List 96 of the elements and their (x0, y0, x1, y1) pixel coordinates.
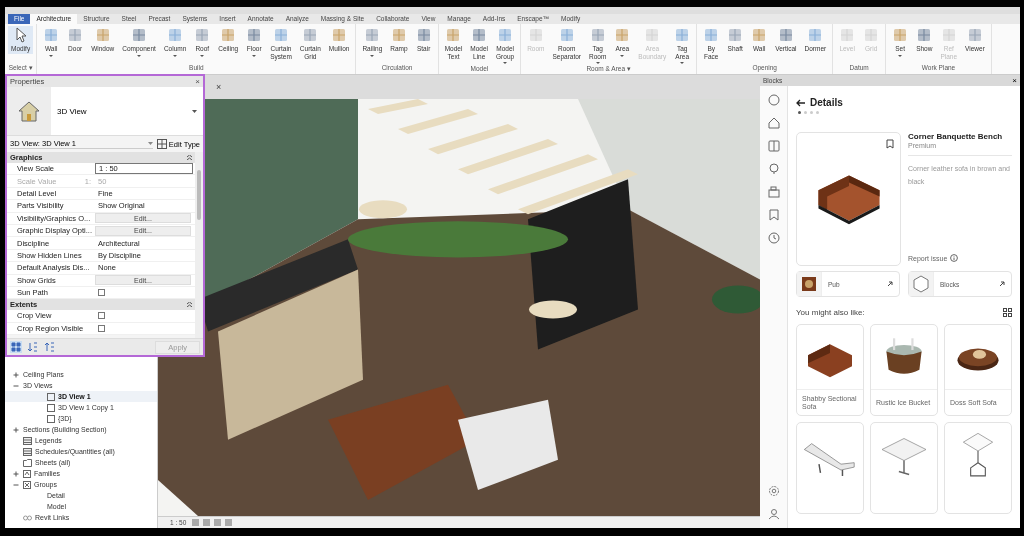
tool-icon (331, 27, 348, 43)
tool-icon (863, 27, 880, 43)
section-title: You might also like: (796, 308, 865, 317)
circle-icon (767, 94, 780, 106)
view-controls-icon[interactable] (192, 519, 233, 526)
tool-icon (194, 27, 211, 43)
checkbox[interactable] (98, 289, 105, 297)
tool-icon (892, 27, 909, 43)
external-arrow-icon (887, 281, 893, 287)
tool-icon (390, 27, 407, 43)
expand-icon[interactable] (13, 371, 19, 378)
tool-icon (67, 27, 84, 43)
bookmark-icon (767, 209, 780, 221)
collapse-icon[interactable] (187, 302, 192, 308)
type-selector[interactable]: 3D View (51, 87, 203, 135)
tool-icon (644, 27, 661, 43)
book-button[interactable] (767, 140, 780, 152)
tool-icon (558, 27, 575, 43)
tool-icon (839, 27, 856, 43)
home-icon (767, 117, 780, 129)
family-icon (23, 469, 31, 478)
tool-icon (167, 27, 184, 43)
tool-icon (131, 27, 148, 43)
page-dot[interactable] (804, 111, 807, 114)
expand-icon[interactable] (13, 426, 19, 433)
sort-icon (28, 342, 38, 352)
tool-icon (940, 27, 957, 43)
house-icon (17, 100, 41, 122)
thumbnail-icon (800, 275, 818, 293)
settings-icon (767, 485, 780, 497)
account-button[interactable] (767, 508, 780, 520)
back-button[interactable] (796, 98, 805, 107)
item-title: Corner Banquette Bench (908, 132, 1004, 141)
table-icon (23, 447, 32, 456)
external-arrow-icon (999, 281, 1005, 287)
caret-icon (147, 142, 153, 145)
tool-icon (727, 27, 744, 43)
tool-icon (364, 27, 381, 43)
group-icon (23, 480, 31, 489)
close-button[interactable]: × (216, 82, 222, 92)
page-dot[interactable] (816, 111, 819, 114)
tool-icon (703, 27, 720, 43)
info-icon (950, 254, 959, 262)
tool-icon (273, 27, 289, 43)
checkbox[interactable] (98, 324, 105, 332)
sort-button[interactable] (44, 341, 56, 353)
hexagon-icon (912, 275, 930, 293)
tool-icon (777, 27, 794, 43)
tool-icon (966, 27, 983, 43)
tool-icon (916, 27, 933, 43)
sort-button[interactable] (10, 341, 22, 353)
collapse-icon[interactable] (13, 382, 19, 389)
sort-button[interactable] (27, 341, 39, 353)
tool-icon (445, 27, 462, 43)
grid-icon[interactable] (1003, 308, 1012, 317)
tool-icon (302, 27, 319, 43)
history-icon (767, 232, 780, 244)
tool-icon (807, 27, 824, 43)
tool-icon (246, 27, 263, 43)
bookmark-button[interactable] (767, 209, 780, 221)
checkbox[interactable] (98, 312, 105, 320)
book-icon (767, 140, 780, 152)
tool-icon (415, 27, 432, 43)
close-button[interactable]: × (195, 77, 200, 86)
tool-icon (471, 27, 488, 43)
tool-icon (43, 27, 60, 43)
tool-icon (614, 27, 631, 43)
sort-icon (45, 342, 55, 352)
tool-icon (497, 27, 514, 43)
back-arrow-icon (796, 98, 805, 107)
expand-icon[interactable] (13, 470, 19, 477)
home-button[interactable] (767, 117, 780, 129)
link-icon (23, 514, 32, 521)
grid-icon (11, 342, 21, 352)
close-button[interactable]: × (1012, 76, 1017, 85)
history-button[interactable] (767, 232, 780, 244)
table-icon (156, 139, 167, 149)
folder-icon (23, 458, 32, 467)
bookmark-icon (886, 139, 894, 149)
settings-button[interactable] (767, 485, 780, 497)
caret-icon (192, 109, 197, 113)
tool-icon (751, 27, 768, 43)
page-heading: Details (810, 97, 843, 108)
page-dot[interactable] (798, 111, 801, 114)
tool-icon (589, 27, 606, 43)
tool-icon (220, 27, 237, 43)
person-icon (767, 508, 780, 520)
page-dot[interactable] (810, 111, 813, 114)
tool-icon (527, 27, 544, 43)
circle-button[interactable] (767, 94, 780, 106)
collapse-icon[interactable] (13, 481, 19, 488)
tool-icon (674, 27, 691, 43)
tool-icon (94, 27, 111, 43)
table-icon (23, 436, 32, 445)
bookmark-button[interactable] (886, 139, 894, 149)
collapse-icon[interactable] (187, 155, 192, 160)
